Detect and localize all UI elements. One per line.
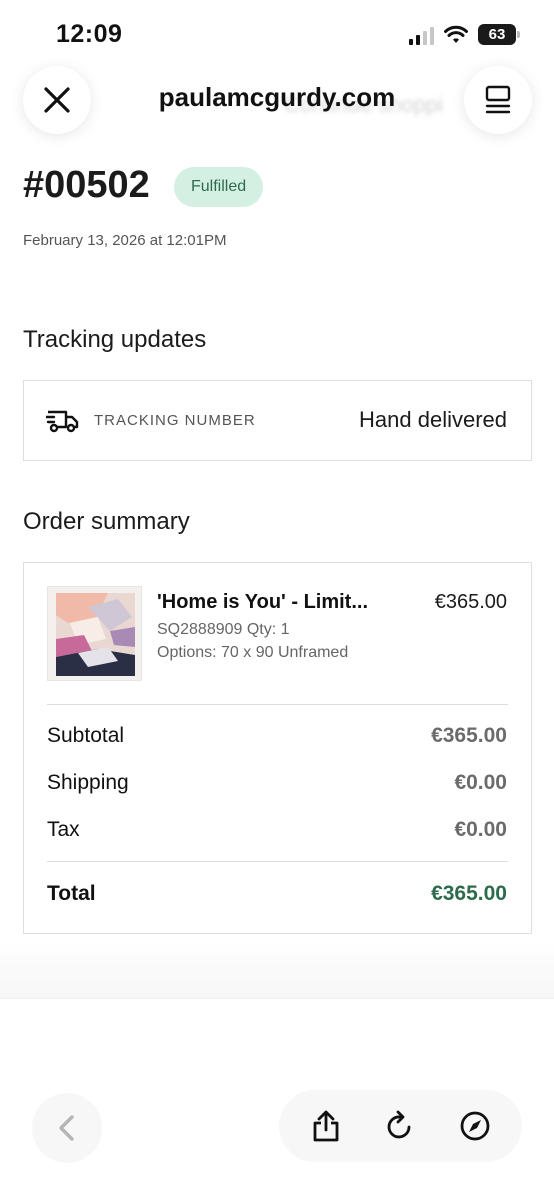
wifi-icon	[444, 25, 468, 43]
shipping-label: Shipping	[47, 771, 129, 794]
order-summary-card: 'Home is You' - Limit... €365.00 SQ28889…	[23, 562, 532, 934]
share-button[interactable]	[298, 1098, 354, 1154]
status-icons: 63	[409, 24, 520, 45]
safari-compass-button[interactable]	[447, 1098, 503, 1154]
product-price: €365.00	[434, 591, 507, 613]
order-summary-title: Order summary	[23, 508, 190, 535]
compass-icon	[460, 1111, 490, 1141]
product-image	[47, 586, 142, 681]
tracking-card: TRACKING NUMBER Hand delivered	[23, 380, 532, 461]
total-value: €365.00	[431, 882, 507, 905]
product-sku-qty: SQ2888909 Qty: 1	[157, 621, 290, 638]
status-bar: 12:09 63	[0, 0, 554, 70]
status-time: 12:09	[56, 20, 123, 48]
tax-value: €0.00	[454, 818, 507, 841]
battery-icon: 63	[478, 24, 520, 45]
shipping-value: €0.00	[454, 771, 507, 794]
subtotal-value: €365.00	[431, 724, 507, 747]
order-number: #00502	[23, 164, 150, 206]
tax-label: Tax	[47, 818, 80, 841]
chevron-left-icon	[59, 1115, 74, 1141]
divider	[47, 704, 508, 705]
truck-icon	[46, 410, 79, 433]
menu-icon	[485, 85, 511, 114]
share-icon	[313, 1110, 339, 1142]
product-options: Options: 70 x 90 Unframed	[157, 644, 349, 661]
page-menu-button[interactable]	[464, 66, 532, 134]
content-fade	[0, 940, 554, 1000]
reload-button[interactable]	[372, 1098, 428, 1154]
tracking-number-value: Hand delivered	[359, 407, 507, 432]
reload-icon	[388, 1110, 411, 1139]
tracking-section-title: Tracking updates	[23, 326, 207, 353]
total-label: Total	[47, 882, 96, 905]
status-badge: Fulfilled	[174, 167, 264, 207]
signal-icon	[409, 25, 434, 45]
browser-actions	[279, 1090, 522, 1162]
divider	[47, 861, 508, 862]
subtotal-label: Subtotal	[47, 724, 125, 747]
order-date: February 13, 2026 at 12:01PM	[23, 232, 227, 249]
tracking-number-label: TRACKING NUMBER	[94, 412, 256, 429]
product-name[interactable]: 'Home is You' - Limit...	[157, 591, 407, 614]
back-button[interactable]	[32, 1093, 102, 1163]
